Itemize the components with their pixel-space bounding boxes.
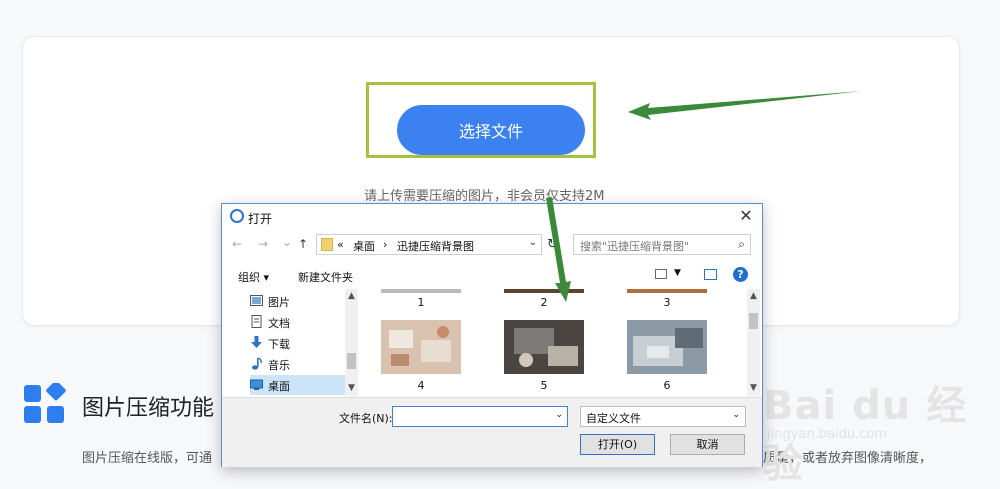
breadcrumb-current-folder[interactable]: 迅捷压缩背景图 xyxy=(397,238,474,254)
scroll-thumb[interactable] xyxy=(347,353,356,369)
watermark-url: jingyan.baidu.com xyxy=(767,427,887,442)
dialog-title: 打开 xyxy=(248,212,273,226)
feature-title: 图片压缩功能 xyxy=(82,396,215,421)
sidebar-item-label: 图片 xyxy=(268,296,290,309)
dialog-footer: 文件名(N): ⌄ 自定义文件 ⌄ 打开(O) 取消 xyxy=(222,397,762,467)
file-name[interactable]: 3 xyxy=(627,296,707,309)
file-thumbnail[interactable] xyxy=(504,320,584,374)
filename-input[interactable]: ⌄ xyxy=(392,406,568,427)
breadcrumb-desktop[interactable]: 桌面 xyxy=(353,238,375,254)
close-icon[interactable]: ✕ xyxy=(736,206,756,226)
address-bar[interactable]: « 桌面 › 迅捷压缩背景图 ⌄ xyxy=(316,234,542,255)
sidebar-item-desktop[interactable]: 桌面 xyxy=(250,375,348,395)
sidebar-item-label: 桌面 xyxy=(268,380,290,393)
search-placeholder: 搜索"迅捷压缩背景图" xyxy=(580,240,690,253)
open-button[interactable]: 打开(O) xyxy=(580,434,655,455)
sidebar-item-music[interactable]: 音乐 xyxy=(250,354,348,374)
organize-menu[interactable]: 组织 ▾ xyxy=(238,269,269,285)
file-name[interactable]: 4 xyxy=(381,379,461,392)
sidebar-scrollbar[interactable]: ▲ ▼ xyxy=(345,289,358,396)
file-thumbnail[interactable] xyxy=(627,289,707,293)
filetype-value: 自定义文件 xyxy=(586,412,641,425)
search-box[interactable]: 搜索"迅捷压缩背景图" ⌕ xyxy=(573,234,751,255)
breadcrumb-overflow[interactable]: « xyxy=(337,238,344,251)
scroll-down-icon[interactable]: ▼ xyxy=(345,383,358,393)
filetype-dropdown-icon[interactable]: ⌄ xyxy=(732,410,740,420)
pictures-icon xyxy=(250,295,263,306)
refresh-icon[interactable]: ↻ xyxy=(547,237,558,252)
scroll-down-icon[interactable]: ▼ xyxy=(747,383,760,393)
help-icon[interactable]: ? xyxy=(733,267,748,282)
file-thumbnail[interactable] xyxy=(627,320,707,374)
desktop-icon xyxy=(250,379,263,390)
filename-label: 文件名(N): xyxy=(339,412,393,425)
navigation-pane: 图片 文档 下载 音乐 桌面 ▲ ▼ xyxy=(222,289,358,396)
file-thumbnail[interactable] xyxy=(381,320,461,374)
sidebar-item-label: 音乐 xyxy=(268,359,290,372)
search-icon[interactable]: ⌕ xyxy=(738,237,745,252)
preview-pane-icon[interactable] xyxy=(704,269,717,280)
music-icon xyxy=(252,357,262,370)
scroll-up-icon[interactable]: ▲ xyxy=(747,291,760,301)
back-arrow-icon[interactable]: ← xyxy=(232,237,242,251)
file-thumbnail[interactable] xyxy=(504,289,584,293)
sidebar-item-label: 文档 xyxy=(268,317,290,330)
choose-file-button[interactable]: 选择文件 xyxy=(397,105,585,155)
file-grid: 1 2 3 4 5 6 xyxy=(359,289,747,396)
view-dropdown-icon[interactable]: ▼ xyxy=(674,268,681,278)
new-folder-button[interactable]: 新建文件夹 xyxy=(298,269,353,285)
folder-icon xyxy=(321,238,333,251)
file-name[interactable]: 1 xyxy=(381,296,461,309)
open-file-dialog: 打开 ✕ ← → ⌄ ↑ « 桌面 › 迅捷压缩背景图 ⌄ ↻ 搜索"迅捷压缩背… xyxy=(221,203,763,467)
feature-grid-icon xyxy=(24,383,66,423)
sidebar-item-label: 下载 xyxy=(268,338,290,351)
forward-arrow-icon[interactable]: → xyxy=(258,237,268,251)
app-icon xyxy=(230,209,244,223)
scroll-up-icon[interactable]: ▲ xyxy=(345,291,358,301)
dialog-toolbar: 组织 ▾ 新建文件夹 ▼ ? xyxy=(222,264,762,288)
feature-description: 图片压缩在线版，可通 xyxy=(82,451,213,466)
sidebar-item-downloads[interactable]: 下载 xyxy=(250,333,348,353)
scroll-thumb[interactable] xyxy=(749,313,758,329)
upload-hint: 请上传需要压缩的图片，非会员仅支持2M xyxy=(364,189,605,204)
up-arrow-icon[interactable]: ↑ xyxy=(298,237,308,251)
breadcrumb-separator: › xyxy=(383,238,388,251)
download-icon xyxy=(251,336,262,348)
filetype-select[interactable]: 自定义文件 ⌄ xyxy=(580,406,746,427)
file-name[interactable]: 6 xyxy=(627,379,707,392)
recent-locations-icon[interactable]: ⌄ xyxy=(282,235,292,249)
sidebar-item-pictures[interactable]: 图片 xyxy=(250,291,348,311)
address-dropdown-icon[interactable]: ⌄ xyxy=(529,237,537,248)
documents-icon xyxy=(251,315,262,328)
dialog-titlebar[interactable]: 打开 ✕ xyxy=(222,204,762,230)
navigation-bar: ← → ⌄ ↑ « 桌面 › 迅捷压缩背景图 ⌄ ↻ 搜索"迅捷压缩背景图" ⌕ xyxy=(222,233,762,259)
filename-dropdown-icon[interactable]: ⌄ xyxy=(555,410,563,420)
cancel-button[interactable]: 取消 xyxy=(670,434,745,455)
file-thumbnail[interactable] xyxy=(381,289,461,293)
view-mode-icon[interactable] xyxy=(655,269,667,279)
sidebar-item-documents[interactable]: 文档 xyxy=(250,312,348,332)
file-name[interactable]: 2 xyxy=(504,296,584,309)
file-name[interactable]: 5 xyxy=(504,379,584,392)
file-grid-scrollbar[interactable]: ▲ ▼ xyxy=(747,289,760,396)
